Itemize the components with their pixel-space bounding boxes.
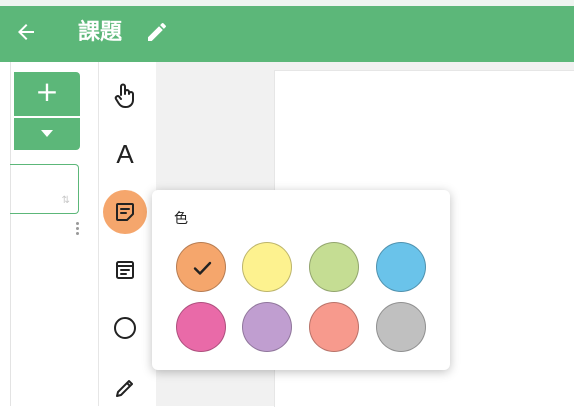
color-label: 色 [174, 211, 188, 227]
color-swatch-blue[interactable] [376, 242, 426, 292]
color-swatch-green[interactable] [309, 242, 359, 292]
color-swatch-orange[interactable] [176, 242, 226, 292]
more-options-icon[interactable] [76, 222, 80, 236]
hand-pointer-icon [114, 83, 134, 108]
tool-palette: A [98, 62, 156, 406]
sort-arrows-icon[interactable]: ⇅ [62, 195, 70, 206]
arrow-left-icon [18, 24, 34, 40]
back-button[interactable] [14, 20, 42, 48]
color-swatch-pink[interactable] [176, 302, 226, 352]
tool-pen[interactable] [103, 366, 147, 410]
tool-text[interactable]: A [103, 132, 147, 176]
card-icon [116, 261, 134, 279]
text-icon: A [116, 138, 134, 169]
pen-icon [116, 380, 133, 397]
tool-circle[interactable] [103, 306, 147, 350]
header-bar: 課題 [0, 0, 574, 62]
tool-pointer[interactable] [103, 74, 147, 118]
item-input[interactable]: ⇅ [10, 164, 79, 214]
canvas-top-margin [274, 62, 574, 70]
add-label: + [35, 75, 59, 108]
check-icon [193, 261, 212, 275]
left-panel: + ⇅ [0, 62, 98, 406]
chevron-down-icon [41, 130, 53, 137]
circle-icon [114, 317, 136, 339]
color-swatch-yellow[interactable] [242, 242, 292, 292]
edit-title-button[interactable] [145, 20, 169, 44]
tool-sticky-note[interactable] [103, 190, 147, 234]
pencil-icon [148, 22, 166, 41]
sticky-note-icon [116, 203, 134, 221]
color-swatch-purple[interactable] [242, 302, 292, 352]
panel-divider [10, 62, 11, 406]
color-swatch-salmon[interactable] [309, 302, 359, 352]
color-swatch-gray[interactable] [376, 302, 426, 352]
tool-card[interactable] [103, 248, 147, 292]
color-picker-popup: 色 [152, 190, 450, 370]
add-button[interactable]: + [14, 72, 80, 116]
page-title: 課題 [78, 20, 123, 45]
add-dropdown-button[interactable] [14, 118, 80, 150]
